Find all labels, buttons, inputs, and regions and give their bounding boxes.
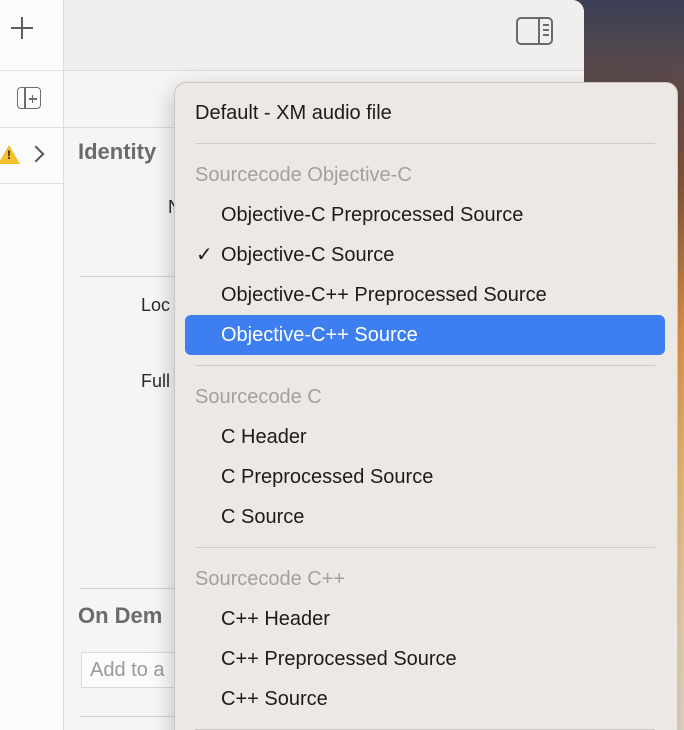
menu-item-default[interactable]: Default - XM audio file (185, 93, 665, 133)
identity-section-title: Identity (78, 139, 157, 164)
menu-separator (195, 547, 655, 548)
menu-separator (195, 143, 655, 144)
warning-mark: ! (7, 148, 11, 162)
menu-group-header: Sourcecode Objective-C (195, 164, 412, 186)
chevron-right-icon[interactable] (27, 145, 45, 163)
menu-group-header: Sourcecode C++ (195, 568, 346, 590)
inspector-header (64, 0, 584, 71)
on-demand-section-title: On Dem (78, 603, 163, 628)
menu-item-label: Objective-C Preprocessed Source (221, 204, 524, 226)
menu-item-highlighted[interactable]: Objective-C++ Source (185, 315, 665, 355)
menu-item[interactable]: C++ Preprocessed Source (185, 639, 665, 679)
menu-item-label: Objective-C Source (221, 244, 395, 266)
menu-item[interactable]: C Source (185, 497, 665, 537)
menu-item-label: C++ Header (221, 608, 330, 630)
menu-item-label: C++ Preprocessed Source (221, 648, 457, 670)
inspector-toggle-icon[interactable] (516, 17, 553, 45)
menu-item-label: C Source (221, 506, 305, 528)
plus-icon[interactable] (10, 16, 34, 40)
menu-item[interactable]: C Header (185, 417, 665, 457)
menu-group-header: Sourcecode C (195, 386, 322, 408)
menu-item-checked[interactable]: ✓ Objective-C Source (185, 235, 665, 275)
add-file-icon[interactable] (17, 87, 41, 109)
navigator-filter-row (0, 70, 63, 128)
menu-item[interactable]: Objective-C Preprocessed Source (185, 195, 665, 235)
navigator-column: ! (0, 0, 64, 730)
menu-separator (195, 365, 655, 366)
checkmark-icon: ✓ (196, 244, 213, 266)
full-path-label: Full (141, 371, 171, 391)
menu-item-label: C Preprocessed Source (221, 466, 434, 488)
menu-item-label: C Header (221, 426, 307, 448)
menu-item[interactable]: C++ Header (185, 599, 665, 639)
menu-item-label: Default - XM audio file (195, 102, 392, 124)
menu-item[interactable]: C++ Source (185, 679, 665, 719)
navigator-toolbar (0, 0, 63, 71)
menu-item[interactable]: Objective-C++ Preprocessed Source (185, 275, 665, 315)
menu-item-label: Objective-C++ Preprocessed Source (221, 284, 547, 306)
menu-item-label: C++ Source (221, 688, 328, 710)
menu-item[interactable]: C Preprocessed Source (185, 457, 665, 497)
location-label: Loc (141, 295, 171, 315)
file-type-menu: Default - XM audio file Sourcecode Objec… (174, 82, 678, 730)
issue-row[interactable]: ! (0, 127, 63, 184)
menu-item-label: Objective-C++ Source (221, 324, 418, 346)
